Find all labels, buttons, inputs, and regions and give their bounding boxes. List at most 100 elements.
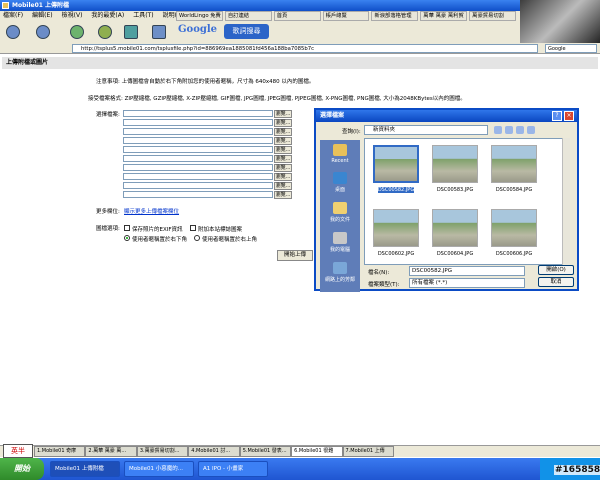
file-field[interactable]	[123, 119, 273, 126]
window-tab[interactable]: 6.Mobile01 很難	[291, 446, 343, 457]
file-field[interactable]	[123, 173, 273, 180]
place-computer[interactable]: 我的電腦	[320, 232, 360, 253]
file-list: DSC00582.JPG DSC00583.JPG DSC00584.JPG D…	[364, 138, 570, 265]
window-tab[interactable]: 2.萬華 萬豪 萬...	[85, 446, 137, 457]
file-name[interactable]: DSC00606.JPG	[486, 251, 542, 257]
file-field[interactable]	[123, 191, 273, 198]
notice-text: 注意事項: 上傳圖檔會自動於右下角附加您的使用者暱稱，尺寸為 640x480 以…	[96, 79, 315, 85]
file-field[interactable]	[123, 182, 273, 189]
filetype-select[interactable]: 所有檔案 (*.*)	[409, 278, 525, 288]
place-network[interactable]: 網路上的芳鄰	[320, 262, 360, 283]
close-icon[interactable]: ×	[564, 111, 574, 121]
more-fields-link[interactable]: 顯示更多上傳檔案欄位	[124, 207, 179, 215]
file-thumbnail[interactable]	[491, 145, 537, 183]
places-bar: Recent 桌面 我的文件 我的電腦 網路上的芳鄰	[320, 140, 360, 292]
taskbar-item[interactable]: Mobile01 小惡魔的...	[124, 461, 194, 477]
file-name[interactable]: DSC00604.JPG	[427, 251, 483, 257]
file-name[interactable]: DSC00583.JPG	[427, 187, 483, 193]
file-field[interactable]	[123, 128, 273, 135]
file-field[interactable]	[123, 164, 273, 171]
link-cut[interactable]: 萬豪貿易切割	[469, 11, 517, 21]
file-list-scrollbar[interactable]	[562, 138, 570, 265]
refresh-icon[interactable]	[70, 25, 84, 39]
link-home[interactable]: 首頁	[273, 11, 321, 21]
lyrics-search-logo[interactable]: 歌詞搜尋	[224, 24, 269, 39]
menu-tools[interactable]: 工具(T)	[133, 12, 153, 19]
browse-button[interactable]: 瀏覽...	[274, 164, 292, 172]
filename-input[interactable]: DSC00582.JPG	[409, 266, 525, 276]
watermark-checkbox[interactable]	[190, 225, 196, 231]
nickname-top-right-radio[interactable]	[194, 235, 200, 241]
menu-view[interactable]: 檢視(V)	[62, 12, 83, 19]
file-thumbnail[interactable]	[373, 209, 419, 247]
forward-icon[interactable]	[36, 25, 50, 39]
home-icon[interactable]	[98, 25, 112, 39]
file-name[interactable]: DSC00582.JPG	[368, 187, 424, 193]
browse-button[interactable]: 瀏覽...	[274, 182, 292, 190]
browse-button[interactable]: 瀏覽...	[274, 128, 292, 136]
taskbar-item[interactable]: A1 IPO - 小畫家	[198, 461, 268, 477]
recent-icon	[333, 144, 347, 156]
start-button[interactable]: 開始	[0, 458, 44, 480]
link-wanhua[interactable]: 萬華 萬豪 萬利賀	[420, 11, 468, 21]
views-icon[interactable]	[527, 126, 535, 134]
upload-button[interactable]: 開始上傳	[277, 250, 313, 261]
favorites-icon[interactable]	[152, 25, 166, 39]
documents-icon	[333, 202, 347, 214]
browse-button[interactable]: 瀏覽...	[274, 191, 292, 199]
link-custom[interactable]: 自訂連結	[224, 11, 272, 21]
browser-window-tabs: 1.Mobile01 奇摩 2.萬華 萬豪 萬... 3.萬豪貿易切割... 4…	[0, 445, 600, 457]
place-desktop[interactable]: 桌面	[320, 172, 360, 193]
window-tab[interactable]: 1.Mobile01 奇摩	[34, 446, 86, 457]
image-watermark: #165858	[554, 465, 600, 475]
file-field[interactable]	[123, 155, 273, 162]
browse-button[interactable]: 瀏覽...	[274, 173, 292, 181]
exif-checkbox[interactable]	[124, 225, 130, 231]
link-worldlingo[interactable]: WorldLingo 免費	[176, 11, 223, 21]
nickname-bottom-right-label: 使用者暱稱置於右下角	[132, 237, 188, 243]
open-button[interactable]: 開啟(O)	[538, 265, 574, 275]
ime-indicator[interactable]: 英半	[3, 444, 33, 458]
new-folder-icon[interactable]	[516, 126, 524, 134]
file-thumbnail[interactable]	[432, 209, 478, 247]
place-documents[interactable]: 我的文件	[320, 202, 360, 223]
taskbar-item[interactable]: Mobile01 上傳附檔	[50, 461, 120, 477]
menu-edit[interactable]: 編輯(E)	[32, 12, 52, 19]
watermark-option-label: 附加本站標誌圖案	[198, 227, 243, 233]
add-on-icon[interactable]	[124, 25, 138, 39]
file-thumbnail[interactable]	[373, 145, 419, 183]
window-tab[interactable]: 4.Mobile01 討...	[188, 446, 240, 457]
app-icon	[2, 2, 9, 9]
nickname-bottom-right-radio[interactable]	[124, 235, 130, 241]
browse-button[interactable]: 瀏覽...	[274, 119, 292, 127]
address-input[interactable]: http://tsplus5.mobile01.com/tsplusfile.p…	[72, 44, 538, 53]
browse-button[interactable]: 瀏覽...	[274, 146, 292, 154]
file-thumbnail[interactable]	[491, 209, 537, 247]
browse-button[interactable]: 瀏覽...	[274, 110, 292, 118]
help-icon[interactable]: ?	[552, 111, 562, 121]
back-folder-icon[interactable]	[494, 126, 502, 134]
file-name[interactable]: DSC00584.JPG	[486, 187, 542, 193]
cancel-button[interactable]: 取消	[538, 277, 574, 287]
back-icon[interactable]	[6, 25, 20, 39]
file-thumbnail[interactable]	[432, 145, 478, 183]
window-tab[interactable]: 5.Mobile01 發表...	[239, 446, 292, 457]
filetype-label: 檔案類型(T):	[368, 282, 400, 288]
window-tab[interactable]: 3.萬豪貿易切割...	[136, 446, 189, 457]
link-blog[interactable]: 新浪部落格管理	[371, 11, 419, 21]
google-search-input[interactable]: Google	[545, 44, 597, 53]
file-field[interactable]	[123, 137, 273, 144]
browse-button[interactable]: 瀏覽...	[274, 137, 292, 145]
menu-file[interactable]: 檔案(F)	[3, 12, 23, 19]
place-recent[interactable]: Recent	[320, 144, 360, 164]
lookin-select[interactable]: 新資料夾	[364, 125, 488, 135]
menu-favorites[interactable]: 我的最愛(A)	[91, 12, 124, 19]
file-name[interactable]: DSC00602.JPG	[368, 251, 424, 257]
file-field[interactable]	[123, 110, 273, 117]
up-folder-icon[interactable]	[505, 126, 513, 134]
file-field[interactable]	[123, 146, 273, 153]
browse-button[interactable]: 瀏覽...	[274, 155, 292, 163]
google-logo[interactable]: Google	[178, 24, 220, 40]
window-tab[interactable]: 7.Mobile01 上傳	[342, 446, 394, 457]
link-account[interactable]: 帳戶總覽	[322, 11, 370, 21]
